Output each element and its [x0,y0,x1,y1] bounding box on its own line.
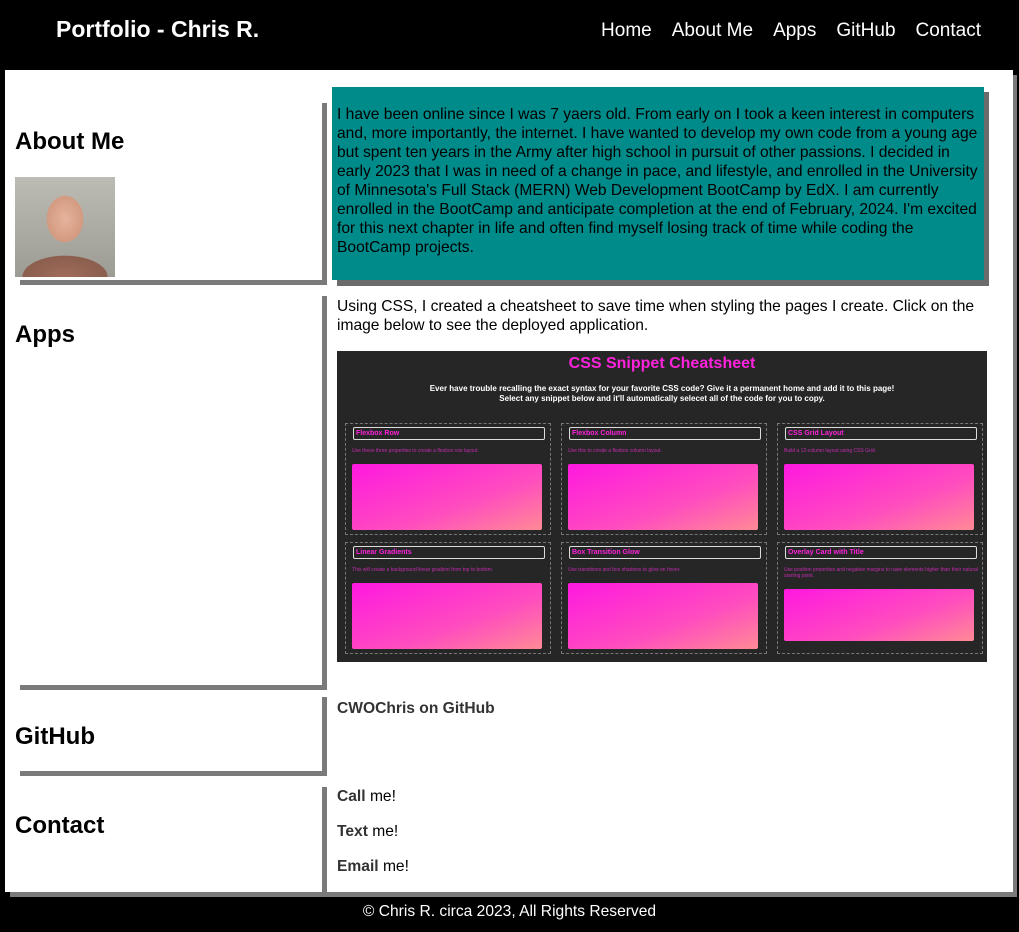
nav-github[interactable]: GitHub [836,20,895,42]
contact-call-rest: me! [365,788,396,805]
contact-email[interactable]: Email me! [337,858,409,876]
snippet-card-title: CSS Grid Layout [785,427,977,440]
apps-description: Using CSS, I created a cheatsheet to sav… [337,298,975,334]
nav-contact[interactable]: Contact [916,20,981,42]
snippet-card-title: Flexbox Column [569,427,761,440]
snippet-code-block [784,464,974,530]
screenshot-title: CSS Snippet Cheatsheet [568,355,756,372]
snippet-code-block [352,583,542,649]
snippet-card: Linear Gradients This will create a back… [345,542,551,654]
contact-email-label: Email [337,858,379,875]
site-header: Portfolio - Chris R. Home About Me Apps … [0,0,1019,70]
main-shadow-right [1013,75,1017,897]
main-nav: Home About Me Apps GitHub Contact [581,20,981,42]
snippet-card-desc: Use these three properties to create a f… [352,448,479,454]
snippet-card-desc: Use position properties and negative mar… [784,567,978,579]
contact-email-rest: me! [378,858,409,875]
cheatsheet-app-screenshot[interactable]: CSS Snippet Cheatsheet Ever have trouble… [337,351,987,662]
apps-divider [322,296,327,690]
github-heading: GitHub [15,723,95,750]
snippet-card: Overlay Card with Title Use position pro… [777,542,983,654]
snippet-card-desc: Build a 12-column layout using CSS Grid. [784,448,876,454]
contact-text-rest: me! [367,823,399,840]
contact-call[interactable]: Call me! [337,788,396,806]
contact-text-label: Text [337,823,368,840]
site-title: Portfolio - Chris R. [56,16,260,42]
screenshot-subtitle: Ever have trouble recalling the exact sy… [337,384,987,404]
about-divider [322,103,327,285]
snippet-code-block [568,583,758,649]
apps-heading: Apps [15,321,75,348]
about-text: I have been online since I was 7 yaers o… [332,87,984,280]
snippet-code-block [784,589,974,641]
profile-photo [15,177,115,277]
contact-divider [322,787,327,892]
main-shadow-bottom [10,892,1017,897]
nav-about-me[interactable]: About Me [672,20,753,42]
contact-text[interactable]: Text me! [337,823,398,841]
snippet-code-block [352,464,542,530]
contact-call-label: Call [337,788,366,805]
screenshot-subtitle-line: Ever have trouble recalling the exact sy… [429,384,895,393]
snippet-card-desc: This will create a background linear gra… [352,567,494,573]
contact-heading: Contact [15,812,105,839]
about-heading: About Me [15,128,125,155]
snippet-card: Box Transition Glow Use transitions and … [561,542,767,654]
snippet-card-title: Flexbox Row [353,427,545,440]
snippet-card: Flexbox Column Use this to create a flex… [561,423,767,535]
site-footer: © Chris R. circa 2023, All Rights Reserv… [362,903,657,920]
nav-home[interactable]: Home [601,20,652,42]
main-content: About Me I have been online since I was … [5,70,1013,892]
snippet-card-desc: Use transitions and box shadows to glow … [568,567,681,573]
github-divider [322,697,327,776]
snippet-card-title: Box Transition Glow [569,546,761,559]
screenshot-subtitle-line: Select any snippet below and it'll autom… [499,394,825,403]
snippet-card: CSS Grid Layout Build a 12-column layout… [777,423,983,535]
snippet-code-block [568,464,758,530]
github-link[interactable]: CWOChris on GitHub [337,700,495,718]
apps-label-panel [20,296,323,690]
snippet-card: Flexbox Row Use these three properties t… [345,423,551,535]
snippet-card-desc: Use this to create a flexbox column layo… [568,448,662,454]
nav-apps[interactable]: Apps [773,20,816,42]
snippet-card-title: Overlay Card with Title [785,546,977,559]
snippet-card-title: Linear Gradients [353,546,545,559]
